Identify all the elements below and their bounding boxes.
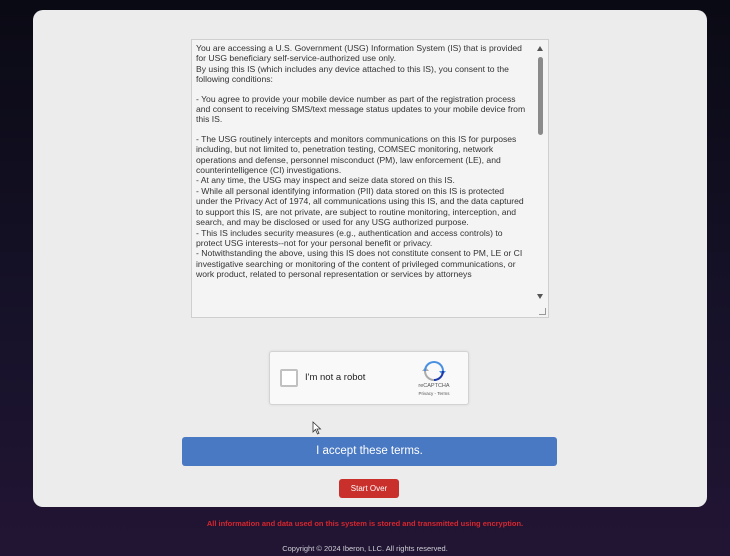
- main-card: You are accessing a U.S. Government (USG…: [33, 10, 707, 507]
- recaptcha-label: I'm not a robot: [305, 372, 366, 383]
- terms-paragraph: You are accessing a U.S. Government (USG…: [196, 43, 522, 64]
- resize-grip-icon[interactable]: [539, 308, 546, 315]
- terms-paragraph: By using this IS (which includes any dev…: [196, 63, 509, 85]
- terms-paragraph: - While all personal identifying informa…: [196, 185, 524, 228]
- recaptcha-brand: reCAPTCHA: [418, 383, 450, 389]
- start-over-button[interactable]: Start Over: [339, 479, 399, 498]
- terms-paragraph: - This IS includes security measures (e.…: [196, 227, 503, 248]
- terms-textarea[interactable]: You are accessing a U.S. Government (USG…: [191, 39, 549, 318]
- mouse-cursor-icon: [312, 421, 322, 435]
- terms-paragraph: - At any time, the USG may inspect and s…: [196, 175, 455, 186]
- terms-text: You are accessing a U.S. Government (USG…: [192, 40, 548, 280]
- recaptcha-logo-icon: [422, 361, 446, 381]
- terms-paragraph: - Notwithstanding the above, using this …: [196, 248, 523, 280]
- scrollbar-thumb[interactable]: [538, 57, 543, 135]
- accept-terms-button[interactable]: I accept these terms.: [182, 437, 557, 466]
- terms-paragraph: - You agree to provide your mobile devic…: [196, 93, 526, 125]
- terms-scrollbar[interactable]: [534, 40, 548, 317]
- terms-paragraph: - The USG routinely intercepts and monit…: [196, 133, 517, 176]
- recaptcha-checkbox[interactable]: [280, 369, 298, 387]
- copyright-text: Copyright © 2024 Iberon, LLC. All rights…: [282, 544, 448, 553]
- recaptcha-widget: I'm not a robot reCAPTCHA Privacy - Term…: [269, 351, 469, 405]
- encryption-notice: All information and data used on this sy…: [206, 519, 524, 528]
- scroll-up-icon[interactable]: [537, 46, 543, 51]
- scroll-down-icon[interactable]: [537, 294, 543, 299]
- recaptcha-privacy-terms-link[interactable]: Privacy - Terms: [410, 391, 458, 396]
